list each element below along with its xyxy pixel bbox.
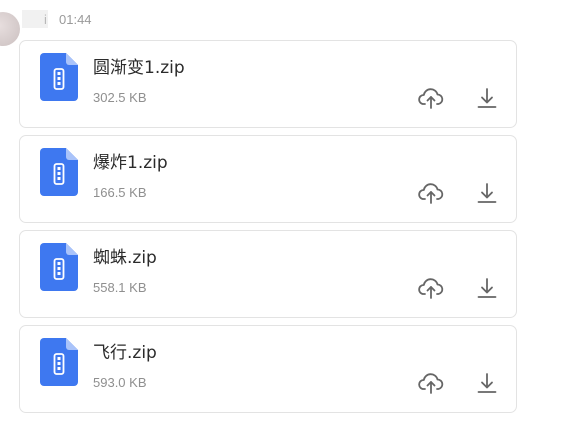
file-attachment-card[interactable]: 飞行.zip 593.0 KB (19, 325, 517, 413)
zip-file-icon (40, 53, 78, 101)
cloud-upload-icon[interactable] (418, 85, 444, 111)
cloud-upload-icon[interactable] (418, 275, 444, 301)
cloud-upload-icon[interactable] (418, 180, 444, 206)
file-name[interactable]: 爆炸1.zip (93, 148, 168, 173)
file-attachment-card[interactable]: 爆炸1.zip 166.5 KB (19, 135, 517, 223)
file-size: 302.5 KB (93, 90, 147, 105)
file-name[interactable]: 圆渐变1.zip (93, 53, 185, 78)
zip-file-icon (40, 338, 78, 386)
cloud-upload-icon[interactable] (418, 370, 444, 396)
file-name[interactable]: 飞行.zip (93, 338, 157, 363)
download-icon[interactable] (474, 180, 500, 206)
file-attachment-card[interactable]: 圆渐变1.zip 302.5 KB (19, 40, 517, 128)
zip-file-icon (40, 243, 78, 291)
file-size: 593.0 KB (93, 375, 147, 390)
zip-file-icon (40, 148, 78, 196)
file-name[interactable]: 蜘蛛.zip (93, 243, 157, 268)
chat-page: i 01:44 圆渐变1.zip 302.5 KB 爆炸1.zip 166.5 … (0, 0, 561, 428)
file-attachment-card[interactable]: 蜘蛛.zip 558.1 KB (19, 230, 517, 318)
message-timestamp: 01:44 (59, 12, 92, 27)
avatar[interactable] (0, 12, 20, 46)
download-icon[interactable] (474, 275, 500, 301)
file-size: 558.1 KB (93, 280, 147, 295)
file-size: 166.5 KB (93, 185, 147, 200)
download-icon[interactable] (474, 85, 500, 111)
download-icon[interactable] (474, 370, 500, 396)
sender-name: i (44, 12, 47, 27)
